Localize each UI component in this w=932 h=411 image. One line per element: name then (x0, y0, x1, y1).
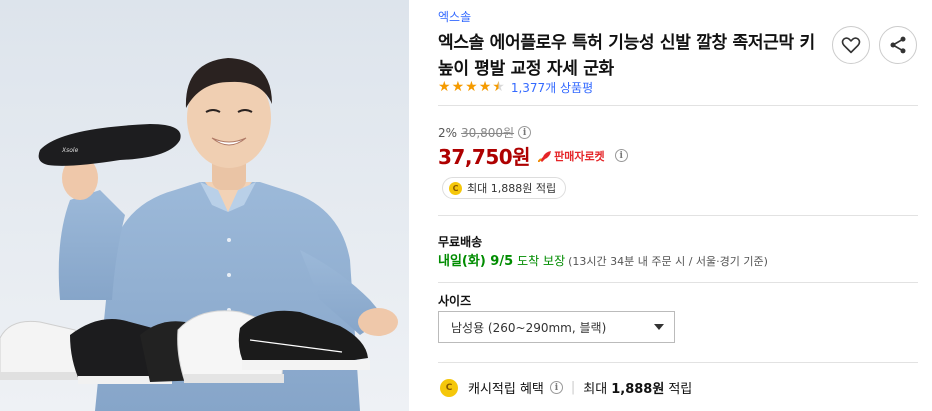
delivery-guarantee: 도착 보장 (517, 254, 566, 268)
separator: | (570, 380, 576, 395)
cash-coin-icon: C (449, 181, 462, 195)
heart-icon (841, 37, 861, 54)
star-icon: ★ (478, 79, 492, 95)
size-selected-value: 남성용 (260~290mm, 블랙) (451, 320, 607, 335)
review-count-link[interactable]: 1,377개 상품평 (511, 79, 593, 96)
delivery-note: (13시간 34분 내 주문 시 / 서울·경기 기준) (568, 255, 768, 268)
discount-rate: 2% (438, 125, 458, 140)
rating-stars: ★ ★ ★ ★ ★ (438, 80, 505, 94)
cash-benefit-prefix: 최대 (583, 382, 608, 397)
size-select[interactable]: 남성용 (260~290mm, 블랙) (438, 311, 675, 343)
product-title: 엑스솔 에어플로우 특허 기능성 신발 깔창 족저근막 키높이 평발 교정 자세… (438, 33, 815, 79)
star-icon: ★ (451, 79, 465, 95)
rocket-badge-label: 판매자로켓 (554, 149, 605, 163)
cash-reward-text: 최대 1,888원 적립 (467, 182, 557, 195)
star-icon: ★ (492, 79, 505, 95)
star-icon: ★ (438, 79, 451, 95)
brand-link[interactable]: 엑스솔 (438, 8, 471, 25)
info-icon[interactable]: i (549, 381, 563, 394)
divider (438, 105, 918, 106)
delivery-row: 내일(화) 9/5 도착 보장 (13시간 34분 내 주문 시 / 서울·경기… (438, 250, 768, 269)
cash-benefit-label: 캐시적립 혜택 (468, 382, 544, 397)
rocket-badge: 판매자로켓 (538, 148, 605, 164)
shipping-label: 무료배송 (438, 235, 483, 249)
sale-price: 37,750원 (438, 145, 531, 169)
cash-benefit-suffix: 적립 (668, 382, 693, 397)
delivery-date: 내일(화) 9/5 (438, 254, 514, 269)
original-price: 30,800원 (461, 126, 515, 140)
info-icon[interactable]: i (614, 149, 628, 162)
svg-text:Xsole: Xsole (61, 147, 79, 154)
share-button[interactable] (879, 26, 917, 64)
price-row: 37,750원 판매자로켓 i (438, 141, 628, 170)
caret-down-icon (654, 324, 664, 330)
product-image: Xsole (0, 0, 409, 411)
divider (438, 215, 918, 216)
divider (438, 362, 918, 363)
star-icon: ★ (465, 79, 478, 95)
cash-benefit-amount: 1,888원 (611, 382, 665, 397)
wishlist-button[interactable] (832, 26, 870, 64)
share-icon (890, 36, 906, 54)
product-info-panel: 엑스솔 엑스솔 에어플로우 특허 기능성 신발 깔창 족저근막 키높이 평발 교… (438, 0, 918, 411)
divider (438, 282, 918, 283)
cash-benefit-row: C 캐시적립 혜택 i | 최대 1,888원 적립 (440, 378, 692, 397)
rocket-icon (538, 150, 552, 162)
info-icon[interactable]: i (518, 126, 532, 139)
rating-row[interactable]: ★ ★ ★ ★ ★ 1,377개 상품평 (438, 78, 593, 96)
cash-coin-icon: C (440, 378, 458, 397)
discount-row: 2% 30,800원 i (438, 124, 532, 141)
cash-reward-chip: C 최대 1,888원 적립 (442, 177, 567, 199)
size-label: 사이즈 (438, 294, 472, 308)
